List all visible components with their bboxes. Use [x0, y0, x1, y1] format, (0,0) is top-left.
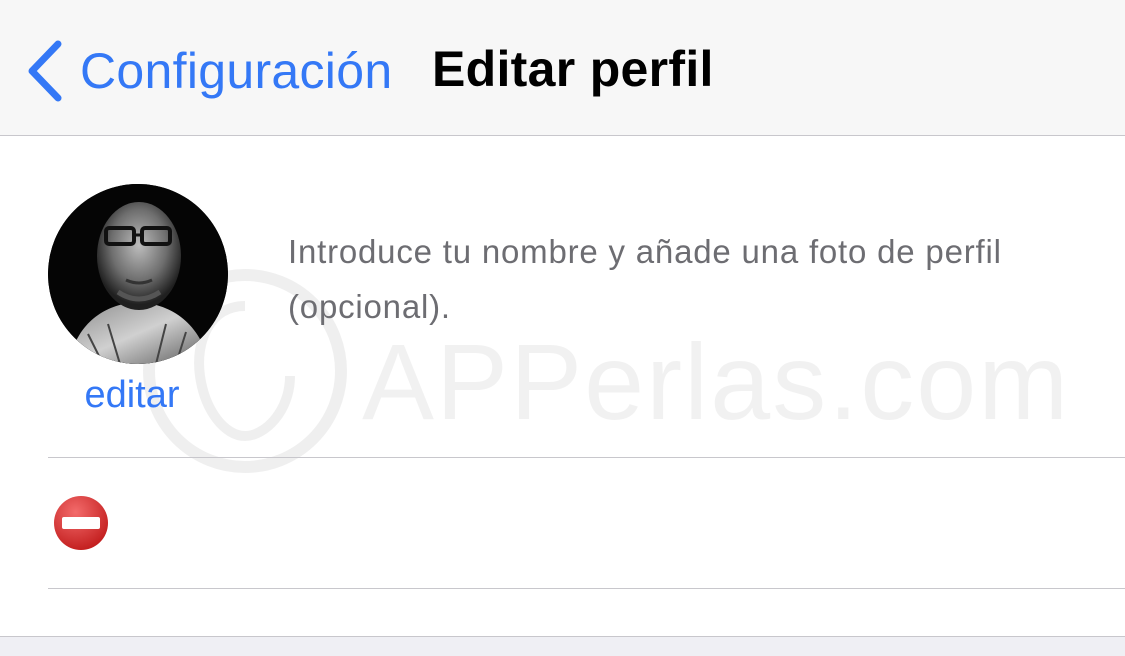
- profile-photo: [48, 184, 228, 364]
- grouped-background: [0, 636, 1125, 656]
- name-input[interactable]: [140, 498, 1084, 550]
- divider: [48, 588, 1125, 589]
- page-title: Editar perfil: [432, 41, 714, 97]
- watermark-text: APPerlas.com: [362, 321, 1071, 442]
- no-entry-icon[interactable]: [52, 494, 110, 552]
- name-row: [0, 458, 1125, 588]
- navigation-bar: Configuración Editar perfil: [0, 0, 1125, 136]
- back-button-label: Configuración: [80, 43, 393, 99]
- profile-instructions: Introduce tu nombre y añade una foto de …: [288, 233, 1002, 325]
- edit-photo-link[interactable]: editar: [48, 372, 216, 418]
- avatar[interactable]: [48, 184, 228, 364]
- back-button[interactable]: Configuración: [22, 36, 392, 106]
- profile-editor: APPerlas.com editar Introduce tu nombre …: [0, 136, 1125, 636]
- chevron-left-icon: [28, 40, 62, 102]
